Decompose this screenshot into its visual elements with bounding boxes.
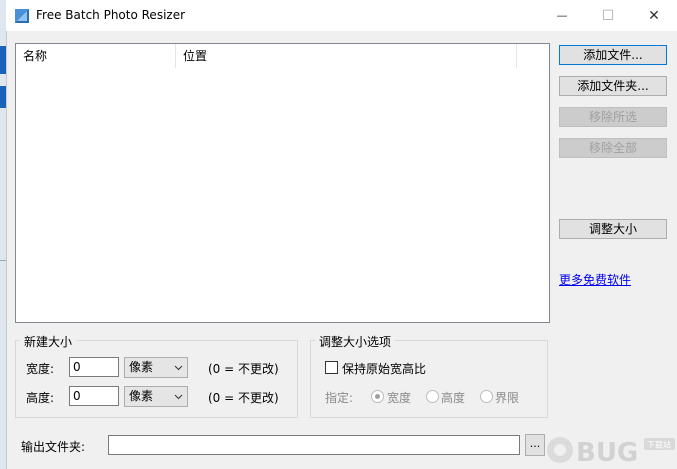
add-files-button[interactable]: 添加文件... bbox=[559, 45, 667, 65]
close-icon: ✕ bbox=[648, 7, 660, 24]
height-input[interactable] bbox=[69, 386, 119, 406]
list-header: 名称 位置 bbox=[16, 44, 549, 68]
column-header-location[interactable]: 位置 bbox=[176, 44, 517, 68]
width-unit-select[interactable]: 像素 bbox=[124, 357, 188, 378]
app-photo-icon bbox=[15, 9, 29, 23]
column-header-name[interactable]: 名称 bbox=[16, 44, 176, 68]
new-size-group-title: 新建大小 bbox=[20, 333, 77, 350]
site-watermark-logo: BUG 下载站 bbox=[547, 437, 675, 468]
maximize-button[interactable]: ☐ bbox=[585, 0, 631, 31]
minimize-button[interactable]: — bbox=[539, 0, 585, 31]
chevron-down-icon bbox=[174, 394, 183, 400]
resize-options-group-title: 调整大小选项 bbox=[315, 333, 396, 350]
minimize-icon: — bbox=[556, 9, 568, 22]
width-input[interactable] bbox=[69, 357, 119, 377]
radio-width[interactable] bbox=[371, 390, 384, 403]
output-folder-label: 输出文件夹: bbox=[21, 440, 86, 454]
maximize-icon: ☐ bbox=[601, 7, 615, 24]
keep-ratio-checkbox[interactable] bbox=[325, 361, 338, 374]
height-label: 高度: bbox=[26, 391, 55, 405]
height-hint: (0 = 不更改) bbox=[208, 391, 279, 405]
title-bar: Free Batch Photo Resizer — ☐ ✕ bbox=[6, 0, 677, 31]
background-window-accent bbox=[0, 46, 6, 74]
background-window-divider bbox=[0, 260, 6, 261]
keep-ratio-label[interactable]: 保持原始宽高比 bbox=[342, 360, 426, 377]
radio-height-label[interactable]: 高度 bbox=[441, 389, 465, 406]
more-free-software-link[interactable]: 更多免费软件 bbox=[559, 271, 631, 288]
watermark-text: BUG bbox=[576, 438, 638, 468]
radio-bounds[interactable] bbox=[480, 390, 493, 403]
resize-options-group bbox=[310, 340, 548, 418]
specify-label: 指定: bbox=[325, 391, 354, 405]
width-unit-value: 像素 bbox=[129, 360, 154, 374]
height-unit-select[interactable]: 像素 bbox=[124, 386, 188, 407]
width-hint: (0 = 不更改) bbox=[208, 362, 279, 376]
radio-width-label[interactable]: 宽度 bbox=[387, 389, 411, 406]
radio-height[interactable] bbox=[426, 390, 439, 403]
add-folder-button[interactable]: 添加文件夹... bbox=[559, 76, 667, 96]
height-unit-value: 像素 bbox=[129, 389, 154, 403]
close-button[interactable]: ✕ bbox=[631, 0, 677, 31]
remove-selected-button[interactable]: 移除所选 bbox=[559, 107, 667, 127]
chevron-down-icon bbox=[174, 365, 183, 371]
watermark-subtext: 下载站 bbox=[647, 440, 671, 450]
window-title: Free Batch Photo Resizer bbox=[36, 8, 186, 22]
resize-button[interactable]: 调整大小 bbox=[559, 219, 667, 239]
remove-all-button[interactable]: 移除全部 bbox=[559, 138, 667, 158]
background-window-accent bbox=[0, 86, 6, 108]
file-list[interactable]: 名称 位置 bbox=[15, 43, 550, 323]
output-folder-input[interactable] bbox=[108, 435, 520, 455]
radio-bounds-label[interactable]: 界限 bbox=[495, 389, 519, 406]
background-window-edge bbox=[0, 0, 7, 469]
width-label: 宽度: bbox=[26, 362, 55, 376]
